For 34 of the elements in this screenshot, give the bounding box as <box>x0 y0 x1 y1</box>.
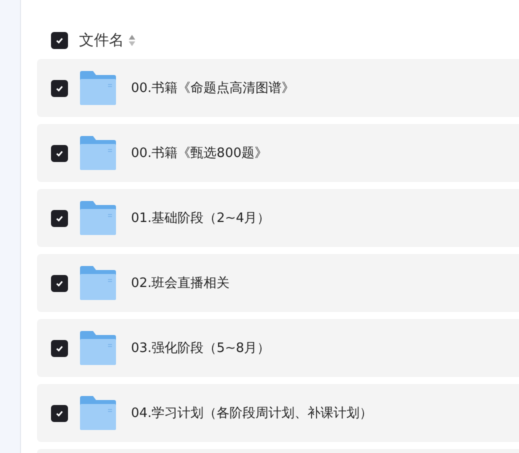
folder-name: 04.学习计划（各阶段周计划、补课计划） <box>131 405 373 422</box>
folder-row[interactable]: 03.强化阶段（5~8月） <box>37 319 519 377</box>
folder-row[interactable]: 00.书籍《甄选800题》 <box>37 124 519 182</box>
check-icon <box>55 278 64 288</box>
check-icon <box>55 84 64 92</box>
folder-icon <box>80 396 116 430</box>
sort-icon[interactable] <box>128 34 136 46</box>
check-icon <box>55 36 64 44</box>
row-checkbox[interactable] <box>51 80 68 96</box>
folder-name: 01.基础阶段（2~4月） <box>131 210 270 227</box>
folder-icon <box>80 71 116 105</box>
folder-row[interactable]: 00.书籍《命题点高清图谱》 <box>37 59 519 117</box>
folder-name: 03.强化阶段（5~8月） <box>131 340 270 357</box>
check-icon <box>55 214 64 222</box>
row-checkbox[interactable] <box>51 404 68 422</box>
folder-name: 00.书籍《命题点高清图谱》 <box>131 80 295 97</box>
folder-name: 02.班会直播相关 <box>131 275 230 292</box>
row-checkbox[interactable] <box>51 144 68 162</box>
select-all-checkbox[interactable] <box>51 32 68 48</box>
folder-icon <box>80 136 116 170</box>
folder-name: 00.书籍《甄选800题》 <box>131 145 268 162</box>
folder-row[interactable]: 04.学习计划（各阶段周计划、补课计划） <box>37 384 519 442</box>
folder-icon <box>80 201 116 235</box>
check-icon <box>55 148 64 158</box>
check-icon <box>55 344 64 352</box>
folder-row[interactable]: 02.班会直播相关 <box>37 254 519 312</box>
row-checkbox[interactable] <box>51 274 68 292</box>
folder-icon <box>80 331 116 365</box>
folder-row[interactable]: 01.基础阶段（2~4月） <box>37 189 519 247</box>
column-header[interactable]: 文件名 <box>79 30 124 50</box>
check-icon <box>55 408 64 418</box>
row-checkbox[interactable] <box>51 210 68 226</box>
row-checkbox[interactable] <box>51 340 68 356</box>
folder-icon <box>80 266 116 300</box>
